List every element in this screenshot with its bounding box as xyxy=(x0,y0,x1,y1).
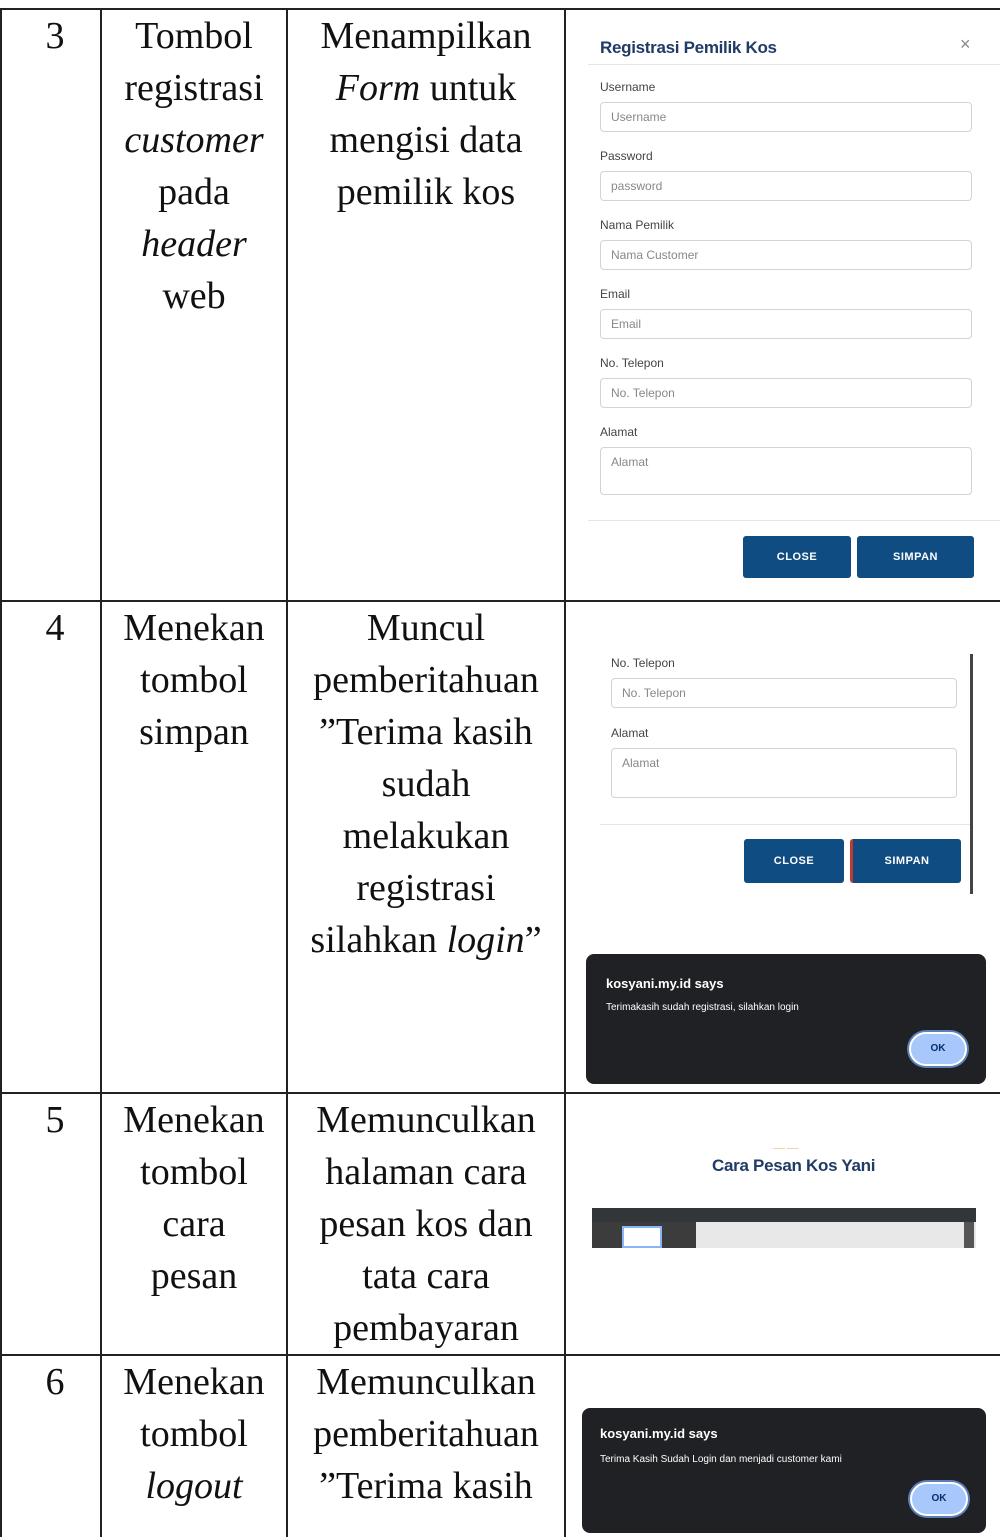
ok-button[interactable]: OK xyxy=(909,1032,967,1066)
result-text: Memunculkan xyxy=(316,1361,536,1403)
scrollbar[interactable] xyxy=(964,1222,974,1248)
alert-title: kosyani.my.id says xyxy=(606,976,724,991)
logout-screen: kosyani.my.id says Terima Kasih Sudah Lo… xyxy=(568,1358,1000,1537)
result-text: ”Terima kasih xyxy=(319,1465,533,1507)
result-text: sudah xyxy=(381,763,471,805)
close-button[interactable]: CLOSE xyxy=(743,536,851,578)
result-text: pembayaran xyxy=(333,1307,519,1349)
action-text: Menekan xyxy=(123,607,265,649)
save-button[interactable]: SIMPAN xyxy=(857,536,974,578)
result-text: Menampilkan xyxy=(320,15,532,57)
result-text: pemilik kos xyxy=(336,171,516,213)
email-input[interactable]: Email xyxy=(600,309,972,339)
result-text: Memunculkan xyxy=(316,1099,536,1141)
save-confirmation-screen: No. Telepon No. Telepon Alamat Alamat CL… xyxy=(568,604,1000,1090)
action-text: tombol xyxy=(140,659,248,701)
modal-divider xyxy=(588,64,1000,65)
password-input[interactable]: password xyxy=(600,171,972,201)
pdf-viewer[interactable] xyxy=(592,1208,976,1248)
browser-alert: kosyani.my.id says Terimakasih sudah reg… xyxy=(586,954,986,1084)
close-icon[interactable]: × xyxy=(960,34,971,55)
pdf-toolbar xyxy=(592,1208,976,1222)
scrollbar[interactable] xyxy=(970,654,973,894)
result-text: mengisi data xyxy=(329,119,523,161)
address-label: Alamat xyxy=(611,726,649,740)
result-text: tata cara xyxy=(362,1255,490,1297)
phone-input[interactable]: No. Telepon xyxy=(600,378,972,408)
action-text: header xyxy=(141,223,247,265)
result-text: pemberitahuan xyxy=(313,659,539,701)
modal-title: Registrasi Pemilik Kos xyxy=(600,38,777,57)
alert-message: Terimakasih sudah registrasi, silahkan l… xyxy=(606,1002,799,1013)
cara-pesan-page: —— —— Cara Pesan Kos Yani xyxy=(568,1096,1000,1352)
action-cell: Menekan tombol cara pesan xyxy=(103,1094,285,1302)
owner-name-input[interactable]: Nama Customer xyxy=(600,240,972,270)
save-button[interactable]: SIMPAN xyxy=(850,839,961,883)
result-cell: Memunculkan pemberitahuan ”Terima kasih xyxy=(289,1356,563,1512)
action-text: registrasi xyxy=(124,67,264,109)
registration-modal: Registrasi Pemilik Kos × Username Userna… xyxy=(568,12,1000,598)
column-divider xyxy=(100,8,102,1537)
row-number: 4 xyxy=(45,607,65,649)
action-cell: Menekan tombol logout xyxy=(103,1356,285,1512)
browser-alert: kosyani.my.id says Terima Kasih Sudah Lo… xyxy=(582,1408,986,1533)
action-text: customer xyxy=(124,119,264,161)
pdf-page-thumbnail[interactable] xyxy=(622,1226,662,1248)
password-label: Password xyxy=(600,149,653,163)
result-text: ”Terima kasih xyxy=(319,711,533,753)
action-text: Menekan xyxy=(123,1099,265,1141)
result-cell: Muncul pemberitahuan ”Terima kasih sudah… xyxy=(289,602,563,966)
result-text: pesan kos dan xyxy=(319,1203,533,1245)
action-text: pesan xyxy=(150,1255,238,1297)
email-label: Email xyxy=(600,287,631,301)
alert-message: Terima Kasih Sudah Login dan menjadi cus… xyxy=(600,1454,842,1465)
column-divider xyxy=(564,8,566,1537)
phone-label: No. Telepon xyxy=(600,356,664,370)
action-text: simpan xyxy=(139,711,249,753)
result-text: pemberitahuan xyxy=(313,1413,539,1455)
result-text: halaman cara xyxy=(325,1151,527,1193)
action-text: logout xyxy=(145,1465,243,1507)
result-text: Muncul xyxy=(366,607,486,649)
result-cell: Menampilkan Form untuk mengisi data pemi… xyxy=(289,10,563,218)
username-input[interactable]: Username xyxy=(600,102,972,132)
close-button[interactable]: CLOSE xyxy=(744,839,844,883)
owner-name-label: Nama Pemilik xyxy=(600,218,675,232)
username-label: Username xyxy=(600,80,656,94)
result-text: melakukan xyxy=(342,815,510,857)
action-text: web xyxy=(162,275,226,317)
decorative-line: —— —— xyxy=(773,1146,799,1152)
action-text: Menekan xyxy=(123,1361,265,1403)
modal-footer-divider xyxy=(588,520,1000,521)
row-number: 6 xyxy=(45,1361,65,1403)
row-number: 5 xyxy=(45,1099,65,1141)
modal-footer-divider xyxy=(600,824,972,825)
ok-button[interactable]: OK xyxy=(910,1482,968,1516)
result-cell: Memunculkan halaman cara pesan kos dan t… xyxy=(289,1094,563,1354)
action-text: cara xyxy=(162,1203,226,1245)
result-text: silahkan login” xyxy=(310,919,542,961)
result-text: Form untuk xyxy=(335,67,517,109)
action-cell: Menekan tombol simpan xyxy=(103,602,285,758)
column-divider xyxy=(286,8,288,1537)
address-textarea[interactable]: Alamat xyxy=(600,447,972,495)
action-text: pada xyxy=(158,171,230,213)
column-divider xyxy=(0,8,2,1537)
action-cell: Tombol registrasi customer pada header w… xyxy=(103,10,285,322)
action-text: tombol xyxy=(140,1151,248,1193)
phone-label: No. Telepon xyxy=(611,656,675,670)
action-text: tombol xyxy=(140,1413,248,1455)
action-text: Tombol xyxy=(135,15,253,57)
page-title: Cara Pesan Kos Yani xyxy=(712,1156,876,1175)
address-textarea[interactable]: Alamat xyxy=(611,748,957,798)
result-text: registrasi xyxy=(356,867,496,909)
alert-title: kosyani.my.id says xyxy=(600,1426,718,1441)
row-number: 3 xyxy=(45,15,65,57)
phone-input[interactable]: No. Telepon xyxy=(611,678,957,708)
address-label: Alamat xyxy=(600,425,638,439)
